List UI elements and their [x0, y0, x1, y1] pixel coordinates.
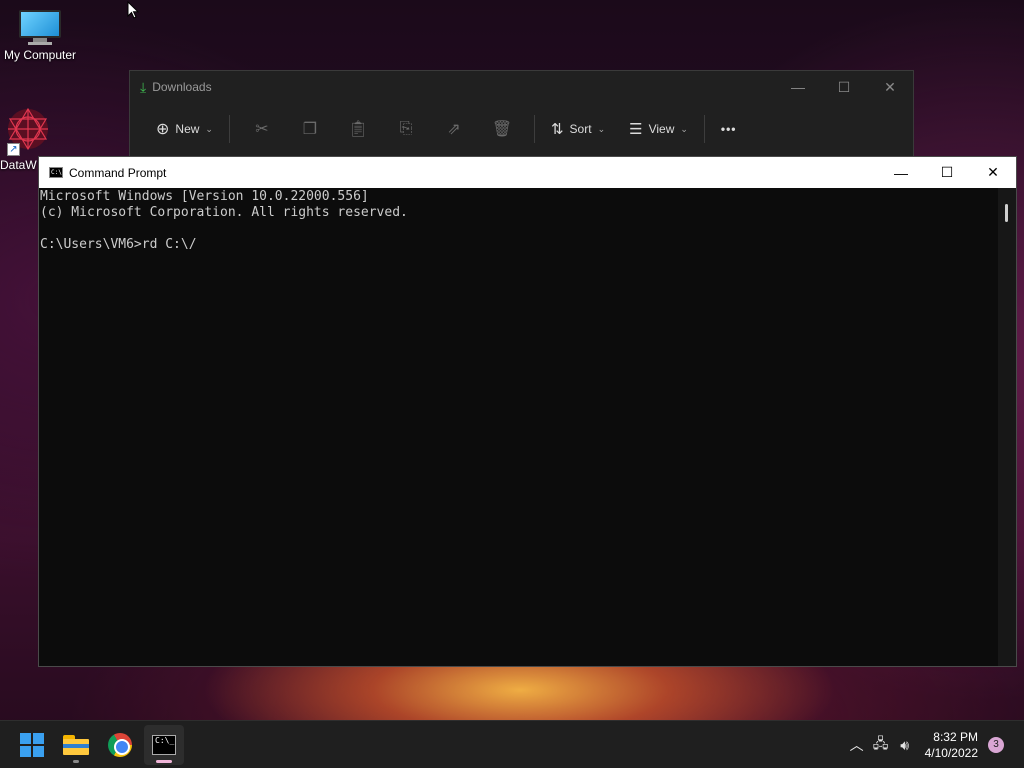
chevron-down-icon: ⌄	[680, 123, 688, 134]
vertical-scrollbar[interactable]	[998, 188, 1016, 666]
command-prompt-icon: C:\_	[152, 735, 176, 755]
toolbar-divider	[703, 115, 705, 143]
taskbar-chrome[interactable]	[100, 725, 140, 765]
sort-label: Sort	[569, 122, 592, 136]
sort-arrows-icon: ⇅	[550, 121, 564, 138]
monitor-icon	[19, 10, 61, 45]
chevron-up-icon[interactable]: ︿	[845, 735, 869, 755]
console-line: (c) Microsoft Corporation. All rights re…	[40, 205, 408, 220]
more-icon: •••	[720, 122, 737, 136]
minimize-button[interactable]: —	[878, 157, 924, 188]
datawrapper-icon: ↗	[5, 106, 51, 156]
running-indicator	[73, 760, 79, 763]
rename-icon[interactable]: ⎘	[382, 120, 430, 138]
mouse-cursor-icon	[127, 1, 139, 19]
sort-button[interactable]: ⇅ Sort ⌄	[543, 113, 613, 145]
command-prompt-window[interactable]: C:\ Command Prompt — ☐ ✕ Microsoft Windo…	[38, 156, 1017, 667]
close-button[interactable]: ✕	[970, 157, 1016, 188]
share-icon[interactable]: ⇗	[430, 119, 478, 139]
taskbar-command-prompt[interactable]: C:\_	[144, 725, 184, 765]
console-prompt-line: C:\Users\VM6>rd C:\/	[40, 237, 197, 252]
window-controls: — ☐ ✕	[878, 157, 1016, 188]
chevron-down-icon: ⌄	[205, 123, 213, 134]
maximize-button[interactable]: ☐	[821, 71, 867, 103]
shortcut-arrow-icon: ↗	[7, 143, 20, 156]
desktop-icon-my-computer[interactable]: My Computer	[0, 10, 80, 62]
taskbar: C:\_ ︿ 🖧︎ 🔊︎ 8:32 PM 4/10/2022 3	[0, 720, 1024, 768]
list-view-icon: ☰	[629, 121, 643, 138]
file-explorer-window[interactable]: ⤓ Downloads — ☐ ✕ ⊕ New ⌄ ✂ ❐ 📋︎ ⎘ ⇗ 🗑︎ …	[129, 70, 914, 160]
start-button[interactable]	[12, 725, 52, 765]
system-tray: ︿ 🖧︎ 🔊︎ 8:32 PM 4/10/2022 3	[845, 721, 1024, 768]
active-indicator	[156, 760, 172, 763]
view-button[interactable]: ☰ View ⌄	[621, 113, 696, 145]
folder-icon	[63, 735, 89, 755]
clock-time: 8:32 PM	[933, 730, 978, 744]
desktop-icon-label: My Computer	[3, 48, 77, 62]
network-icon[interactable]: 🖧︎	[869, 733, 893, 757]
console-line: Microsoft Windows [Version 10.0.22000.55…	[40, 189, 369, 204]
delete-icon[interactable]: 🗑︎	[478, 119, 526, 139]
view-label: View	[648, 122, 675, 136]
download-icon: ⤓	[140, 78, 147, 95]
command-prompt-icon: C:\	[49, 167, 63, 178]
close-button[interactable]: ✕	[867, 71, 913, 103]
chevron-down-icon: ⌄	[597, 123, 606, 134]
toolbar-divider	[533, 115, 535, 143]
window-title: Downloads	[152, 80, 212, 94]
cmd-titlebar[interactable]: C:\ Command Prompt — ☐ ✕	[39, 157, 1016, 188]
new-label: New	[175, 122, 200, 136]
scrollbar-thumb[interactable]	[1005, 204, 1008, 222]
console-output[interactable]: Microsoft Windows [Version 10.0.22000.55…	[39, 188, 998, 666]
explorer-toolbar: ⊕ New ⌄ ✂ ❐ 📋︎ ⎘ ⇗ 🗑︎ ⇅ Sort ⌄ ☰ View ⌄ …	[130, 103, 913, 155]
clock[interactable]: 8:32 PM 4/10/2022	[925, 729, 978, 761]
cut-icon[interactable]: ✂	[238, 119, 286, 139]
plus-circle-icon: ⊕	[156, 121, 170, 138]
window-controls: — ☐ ✕	[775, 71, 913, 103]
toolbar-divider	[228, 115, 230, 143]
volume-icon[interactable]: 🔊︎	[893, 737, 917, 754]
chrome-icon	[108, 733, 132, 757]
clock-date: 4/10/2022	[924, 746, 978, 760]
explorer-titlebar[interactable]: ⤓ Downloads — ☐ ✕	[130, 71, 913, 103]
paste-icon[interactable]: 📋︎	[334, 119, 382, 139]
notification-badge[interactable]: 3	[988, 737, 1004, 753]
windows-logo-icon	[20, 733, 44, 757]
more-options-button[interactable]: •••	[713, 113, 745, 145]
maximize-button[interactable]: ☐	[924, 157, 970, 188]
minimize-button[interactable]: —	[775, 71, 821, 103]
window-title: Command Prompt	[69, 165, 167, 180]
copy-icon[interactable]: ❐	[286, 119, 334, 139]
taskbar-file-explorer[interactable]	[56, 725, 96, 765]
new-button[interactable]: ⊕ New ⌄	[148, 113, 221, 145]
